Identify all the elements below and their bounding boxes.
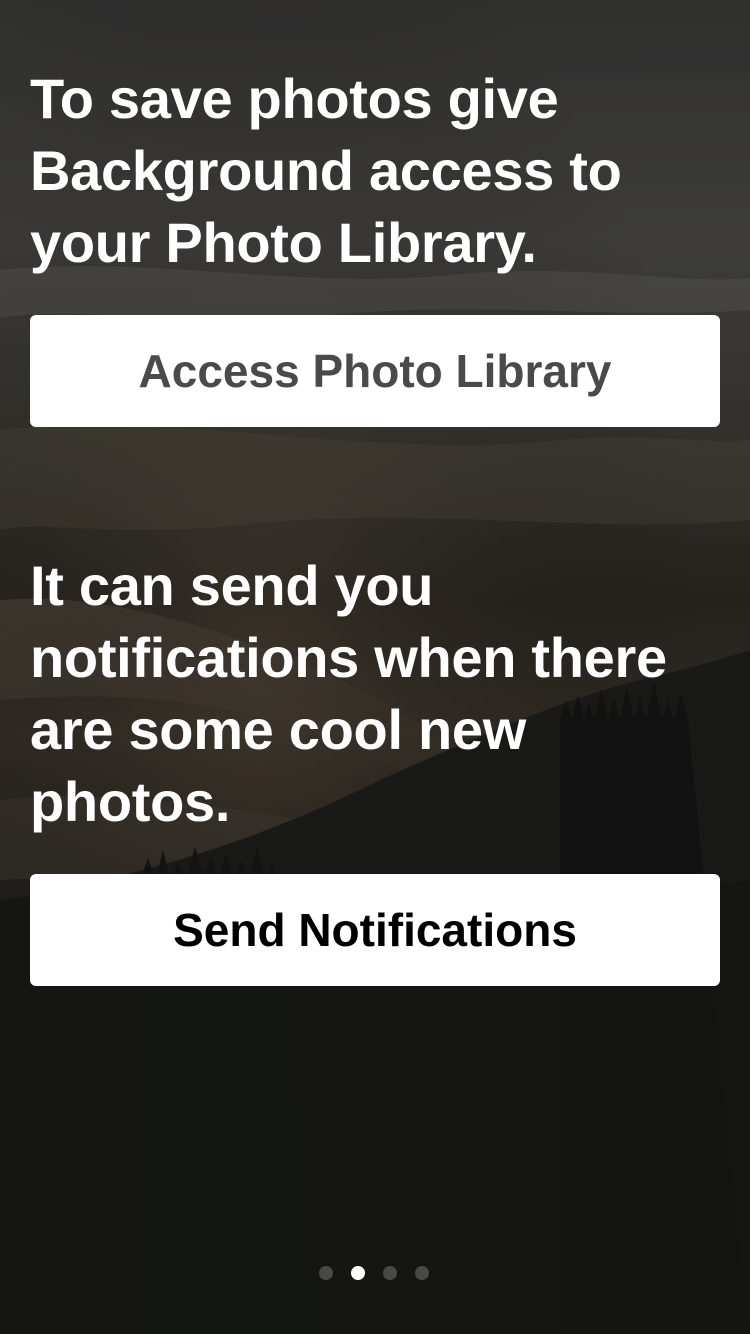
access-photo-library-button[interactable]: Access Photo Library <box>30 315 720 427</box>
photo-access-prompt: To save photos give Background access to… <box>30 67 622 274</box>
page-dot-active[interactable] <box>351 1266 365 1280</box>
onboarding-page: To save photos give Background access to… <box>0 0 750 1334</box>
page-dot[interactable] <box>415 1266 429 1280</box>
notifications-prompt: It can send you notifications when there… <box>30 554 667 833</box>
page-dot[interactable] <box>319 1266 333 1280</box>
page-indicator[interactable] <box>319 1266 429 1280</box>
page-dot[interactable] <box>383 1266 397 1280</box>
send-notifications-button[interactable]: Send Notifications <box>30 874 720 986</box>
